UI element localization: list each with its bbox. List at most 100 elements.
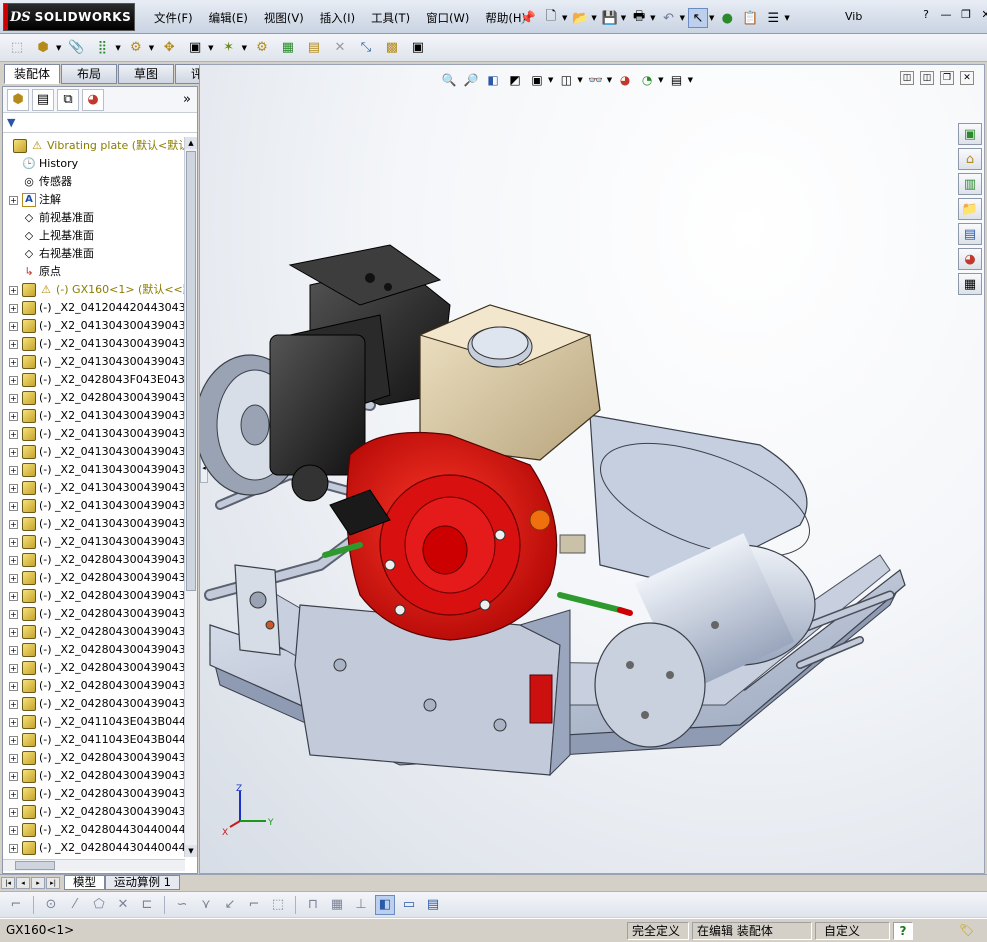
expand-icon[interactable]: + — [9, 645, 18, 655]
tree-item[interactable]: ↳ 原点 — [3, 263, 185, 281]
menu-view[interactable]: 视图(V) — [256, 8, 312, 28]
relations-icon[interactable]: ⊥ — [351, 895, 371, 915]
expand-icon[interactable]: + — [9, 375, 18, 385]
expand-icon[interactable]: + — [9, 501, 18, 511]
expand-icon[interactable]: + — [9, 195, 18, 205]
expand-icon[interactable]: + — [9, 555, 18, 565]
tree-item[interactable]: + (-) _X2_0428043F043E043D0 — [3, 371, 185, 389]
chevron-down-icon[interactable]: ▼ — [680, 14, 685, 22]
new-motion-study-icon[interactable]: ▦ — [277, 37, 299, 59]
tree-item[interactable]: + (-) _X2_042804430440044300 — [3, 821, 185, 839]
tree-item[interactable]: + (-) _X2_042804300439043100 — [3, 749, 185, 767]
menu-window[interactable]: 窗口(W) — [418, 8, 477, 28]
tree-filter[interactable]: ▼ — [3, 113, 197, 133]
next-tab-icon[interactable]: ▸ — [31, 876, 45, 889]
chevron-down-icon[interactable]: ▼ — [149, 44, 154, 52]
expand-icon[interactable]: + — [9, 609, 18, 619]
smart-dimension-icon[interactable]: ⊓ — [303, 895, 323, 915]
solidworks-logo[interactable]: DS SOLIDWORKS — [3, 3, 135, 31]
expand-icon[interactable]: + — [9, 735, 18, 745]
save-icon[interactable]: 💾 — [600, 8, 620, 28]
display-manager-tab-icon[interactable]: ◕ — [82, 88, 104, 111]
expand-icon[interactable]: + — [9, 681, 18, 691]
tab-sketch[interactable]: 草图 — [118, 64, 174, 84]
show-hidden-icon[interactable]: ▣ — [184, 37, 206, 59]
minimize-icon[interactable]: — — [938, 6, 954, 22]
tree-item[interactable]: + (-) _X2_042804430440044300 — [3, 839, 185, 857]
close-icon[interactable]: ✕ — [978, 6, 987, 22]
new-document-icon[interactable]: 🗋 — [541, 8, 561, 28]
file-properties-icon[interactable]: 📋 — [740, 8, 760, 28]
tree-item[interactable]: + (-) _X2_0411043E043B044_X — [3, 731, 185, 749]
menu-insert[interactable]: 插入(I) — [312, 8, 363, 28]
status-units[interactable]: 自定义 — [815, 922, 890, 940]
print-icon[interactable]: 🖶 — [629, 8, 649, 28]
interference-detection-icon[interactable]: ▩ — [381, 37, 403, 59]
graphics-viewport[interactable]: 🔍 🔎 ◧ ◩ ▣ ▼ ◫ ▼ 👓 ▼ ◕ ◔ ▼ ▤ ▼ ◫ ◫ ❐ ✕ ▣ ⌂ ▥ 📁… — [199, 64, 985, 874]
tree-item[interactable]: + A 注解 — [3, 191, 185, 209]
tree-item[interactable]: + (-) _X2_042804300439043100 — [3, 695, 185, 713]
tree-item[interactable]: + (-) _X2_042804300439043100 — [3, 767, 185, 785]
tree-item[interactable]: + (-) _X2_042804300439043100 — [3, 551, 185, 569]
filter-icon[interactable]: ▼ — [7, 116, 15, 129]
tree-item[interactable]: + (-) _X2_042804300439043100 — [3, 785, 185, 803]
grid-icon[interactable]: ▦ — [327, 895, 347, 915]
expand-icon[interactable]: + — [9, 573, 18, 583]
expand-icon[interactable]: + — [9, 393, 18, 403]
help-icon[interactable]: ? — [918, 6, 934, 22]
options-icon[interactable]: ☰ — [763, 8, 783, 28]
feature-manager-tab-icon[interactable]: ⬢ — [7, 88, 29, 111]
mate-icon[interactable]: 📎 — [65, 37, 87, 59]
scroll-thumb[interactable] — [186, 151, 196, 591]
assembly-features-icon[interactable]: ✶ — [218, 37, 240, 59]
offset-icon[interactable]: ∽ — [172, 895, 192, 915]
tag-icon[interactable]: 🏷 — [955, 922, 979, 940]
tree-item[interactable]: + (-) _X2_042804300439043100 — [3, 659, 185, 677]
tree-item[interactable]: + (-) _X2_041304300439043A0 — [3, 353, 185, 371]
pin-icon[interactable]: 📌 — [518, 8, 538, 28]
tree-item[interactable]: + (-) _X2_042804300439043100 — [3, 389, 185, 407]
more-tabs-icon[interactable]: » — [183, 92, 191, 107]
tree-item[interactable]: + (-) _X2_041304300439043A0 — [3, 407, 185, 425]
chamfer-icon[interactable]: ⌐ — [244, 895, 264, 915]
first-tab-icon[interactable]: |◂ — [1, 876, 15, 889]
chevron-down-icon[interactable]: ▼ — [115, 44, 120, 52]
tree-item[interactable]: + ⚠ (-) GX160<1> (默认<<默 — [3, 281, 185, 299]
prev-tab-icon[interactable]: ◂ — [16, 876, 30, 889]
expand-icon[interactable]: + — [9, 627, 18, 637]
sketch-icon[interactable]: ⌐ — [6, 895, 26, 915]
explode-line-sketch-icon[interactable]: ⤡ — [355, 37, 377, 59]
scroll-up-icon[interactable]: ▲ — [185, 137, 197, 149]
tree-item[interactable]: + (-) _X2_041204420443043B0 — [3, 299, 185, 317]
menu-tools[interactable]: 工具(T) — [363, 8, 418, 28]
reference-geometry-icon[interactable]: ⚙ — [251, 37, 273, 59]
expand-icon[interactable]: + — [9, 519, 18, 529]
tree-item[interactable]: ◇ 前视基准面 — [3, 209, 185, 227]
section-icon[interactable]: ▭ — [399, 895, 419, 915]
exploded-view-icon[interactable]: ✕ — [329, 37, 351, 59]
menu-file[interactable]: 文件(F) — [146, 8, 201, 28]
property-manager-tab-icon[interactable]: ▤ — [32, 88, 54, 111]
scroll-down-icon[interactable]: ▼ — [185, 845, 197, 857]
expand-icon[interactable]: + — [9, 663, 18, 673]
expand-icon[interactable]: + — [9, 465, 18, 475]
hscroll-thumb[interactable] — [15, 861, 55, 870]
chevron-down-icon[interactable]: ▼ — [56, 44, 61, 52]
expand-icon[interactable]: + — [9, 321, 18, 331]
expand-icon[interactable]: + — [9, 789, 18, 799]
convert-entities-icon[interactable]: ⊏ — [137, 895, 157, 915]
tree-item[interactable]: + (-) _X2_042804300439043100 — [3, 641, 185, 659]
expand-icon[interactable]: + — [9, 429, 18, 439]
tree-item[interactable]: + (-) _X2_042804300439043100 — [3, 587, 185, 605]
tab-model[interactable]: 模型 — [64, 875, 105, 890]
expand-icon[interactable]: + — [9, 339, 18, 349]
tree-item[interactable]: + (-) _X2_042804300439043100 — [3, 623, 185, 641]
tree-horizontal-scrollbar[interactable] — [3, 859, 185, 871]
tab-assembly[interactable]: 装配体 — [4, 64, 60, 84]
tab-layout[interactable]: 布局 — [61, 64, 117, 84]
expand-icon[interactable]: + — [9, 447, 18, 457]
tree-item[interactable]: + (-) _X2_042804300439043100 — [3, 569, 185, 587]
expand-icon[interactable]: + — [9, 285, 18, 295]
chevron-down-icon[interactable]: ▼ — [709, 14, 714, 22]
menu-edit[interactable]: 编辑(E) — [201, 8, 256, 28]
